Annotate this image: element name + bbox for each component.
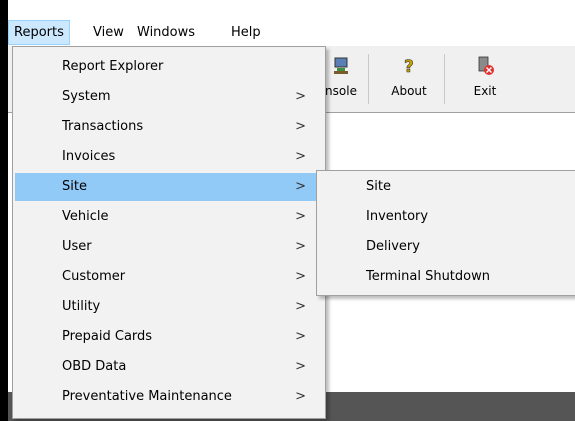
submenu-item-site[interactable]: Site	[319, 173, 575, 201]
menu-windows[interactable]: Windows	[132, 20, 200, 45]
menu-item-label: User	[62, 239, 92, 254]
submenu-item-terminal-shutdown[interactable]: Terminal Shutdown	[319, 263, 575, 291]
menu-item-label: Customer	[62, 269, 126, 284]
console-icon	[334, 57, 348, 74]
reports-dropdown-menu: Report Explorer System > Transactions > …	[12, 46, 326, 419]
chevron-right-icon: >	[295, 359, 306, 374]
menu-item-preventative-maintenance[interactable]: Preventative Maintenance >	[15, 383, 323, 411]
chevron-right-icon: >	[295, 149, 306, 164]
menu-item-label: Preventative Maintenance	[62, 389, 232, 404]
chevron-right-icon: >	[295, 89, 306, 104]
toolbar-separator	[368, 54, 369, 104]
menu-item-label: Report Explorer	[62, 59, 164, 74]
menu-item-customer[interactable]: Customer >	[15, 263, 323, 291]
menu-view[interactable]: View	[88, 20, 129, 45]
menu-item-site[interactable]: Site >	[15, 173, 323, 201]
window-edge	[0, 0, 8, 421]
menu-reports[interactable]: Reports	[8, 20, 70, 45]
exit-button[interactable]: Exit	[462, 52, 508, 108]
chevron-right-icon: >	[295, 239, 306, 254]
menu-item-label: Prepaid Cards	[62, 329, 153, 344]
menu-item-label: Site	[62, 179, 87, 194]
submenu-item-label: Site	[366, 179, 391, 194]
chevron-right-icon: >	[295, 119, 306, 134]
exit-icon	[478, 56, 494, 75]
chevron-right-icon: >	[295, 179, 306, 194]
menu-item-label: OBD Data	[62, 359, 127, 374]
menu-help[interactable]: Help	[226, 20, 266, 45]
menu-item-report-explorer[interactable]: Report Explorer	[15, 53, 323, 81]
chevron-right-icon: >	[295, 209, 306, 224]
menu-bar: Reports View Windows Help	[8, 20, 575, 45]
submenu-item-delivery[interactable]: Delivery	[319, 233, 575, 261]
chevron-right-icon: >	[295, 269, 306, 284]
toolbar-separator	[444, 54, 445, 104]
menu-item-transactions[interactable]: Transactions >	[15, 113, 323, 141]
about-label: About	[391, 84, 427, 98]
menu-item-obd-data[interactable]: OBD Data >	[15, 353, 323, 381]
menu-item-label: Vehicle	[62, 209, 109, 224]
menu-item-user[interactable]: User >	[15, 233, 323, 261]
submenu-item-label: Delivery	[366, 239, 420, 254]
about-button[interactable]: ? About	[386, 52, 432, 108]
menu-item-label: System	[62, 89, 111, 104]
menu-item-system[interactable]: System >	[15, 83, 323, 111]
submenu-item-label: Inventory	[366, 209, 429, 224]
menu-item-invoices[interactable]: Invoices >	[15, 143, 323, 171]
question-icon: ?	[404, 57, 414, 76]
submenu-item-inventory[interactable]: Inventory	[319, 203, 575, 231]
menu-item-utility[interactable]: Utility >	[15, 293, 323, 321]
menu-item-label: Invoices	[62, 149, 116, 164]
exit-label: Exit	[473, 84, 497, 98]
chevron-right-icon: >	[295, 329, 306, 344]
svg-text:?: ?	[404, 57, 414, 76]
chevron-right-icon: >	[295, 389, 306, 404]
menu-item-vehicle[interactable]: Vehicle >	[15, 203, 323, 231]
submenu-item-label: Terminal Shutdown	[366, 269, 490, 284]
menu-item-prepaid-cards[interactable]: Prepaid Cards >	[15, 323, 323, 351]
chevron-right-icon: >	[295, 299, 306, 314]
menu-item-label: Utility	[62, 299, 101, 314]
site-submenu: Site Inventory Delivery Terminal Shutdow…	[316, 170, 575, 296]
menu-item-label: Transactions	[62, 119, 144, 134]
